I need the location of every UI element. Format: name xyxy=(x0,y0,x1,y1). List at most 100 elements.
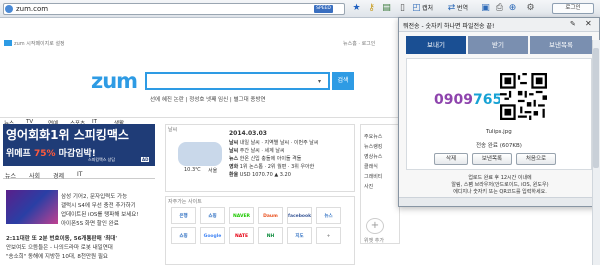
popup-title: 뭐전송 - 숫자키 하나면 파일전송 끝! xyxy=(403,23,495,30)
pin-icon[interactable]: ✎ xyxy=(570,20,576,28)
shortcut-item[interactable]: facebook xyxy=(287,207,312,224)
shortcuts-label: 자주가는 사이트 xyxy=(168,199,202,205)
close-icon[interactable]: ✕ xyxy=(585,19,592,28)
cloud-icon xyxy=(178,142,222,166)
shortcut-item[interactable]: Google xyxy=(200,227,225,244)
info-row[interactable]: 환율 USD 1070.70 ▲ 3.20 xyxy=(229,171,291,178)
info-value: 한온 신입 충돌에 아이돌 격돌 xyxy=(239,156,302,162)
shortcut-item[interactable]: NH xyxy=(258,227,283,244)
top-links-right[interactable]: 뉴스홈 · 로그인 xyxy=(343,40,375,47)
weather-place: 서울 xyxy=(208,168,218,174)
address-bar[interactable]: zum.com xyxy=(3,3,345,15)
print-icon[interactable]: ⎙ xyxy=(494,3,505,14)
popup-notice: 알림, 스팸 브라우저(안드로이드, iOS, 윈도우) xyxy=(451,182,549,188)
popup-bottom-bar xyxy=(399,197,599,206)
file-name: Tulips.jpg xyxy=(486,129,512,135)
login-button[interactable]: 로그인 xyxy=(552,3,594,14)
shortcut-item[interactable]: 은행 xyxy=(171,207,196,224)
info-key: 뉴스 xyxy=(229,156,239,162)
side-link[interactable]: 그래비티 xyxy=(364,173,382,180)
info-date: 2014.03.03 xyxy=(229,130,267,137)
search-dropdown-icon[interactable]: ▾ xyxy=(318,78,321,85)
zoom-icon[interactable]: ⊕ xyxy=(507,3,518,14)
news-item[interactable]: 업데이트된 iOS를 탱파해 보세요! xyxy=(61,210,139,218)
top-links-left[interactable]: zum 시작페이지로 설정 xyxy=(14,40,65,47)
info-key: 환율 xyxy=(229,172,239,178)
search-input[interactable] xyxy=(145,72,330,90)
info-row[interactable]: 날씨 주간 날씨 · 세계 날씨 xyxy=(229,147,285,154)
code-part-1: 0909 xyxy=(434,92,473,108)
weather-label: 날씨 xyxy=(168,127,178,133)
popup-notice: 업로드 완료 후 12시간 이내에 xyxy=(468,175,532,181)
add-widget-icon[interactable]: + xyxy=(366,218,384,234)
ad-percent: 75% xyxy=(33,149,56,159)
info-value: USD 1070.70 ▲ 3.20 xyxy=(239,172,291,178)
shortcut-item[interactable]: 쇼핑 xyxy=(171,227,196,244)
ad-prefix: 위메프 xyxy=(6,149,31,159)
info-row[interactable]: 뉴스 한온 신입 충돌에 아이돌 격돌 xyxy=(229,155,301,162)
delete-button[interactable]: 삭제 xyxy=(434,153,468,165)
news-tab-0[interactable]: 뉴스 xyxy=(5,171,16,180)
page-icon[interactable]: ▯ xyxy=(397,3,408,14)
zum-mini-logo xyxy=(4,40,12,46)
shortcut-item[interactable]: 뉴스 xyxy=(316,207,341,224)
news-item[interactable]: 갤럭시 S4에 무선 충전 추가하기 xyxy=(61,201,136,209)
headline[interactable]: 2:11대란 또 2분 번호이동, 56개통판매 '최대' xyxy=(6,234,117,242)
add-shortcut-button[interactable]: + xyxy=(316,227,341,244)
headline[interactable]: 안보여도 으뜸들은 - 나의드라마 로봇 내일연대 xyxy=(6,243,113,251)
tab-send[interactable]: 보내기 xyxy=(406,36,466,54)
settings-icon[interactable]: ⚙ xyxy=(525,3,536,14)
news-tabs: 뉴스 사회 경제 IT xyxy=(3,170,155,180)
side-link[interactable]: 클래식 xyxy=(364,163,378,170)
translate-icon[interactable]: ⇄ xyxy=(446,3,457,14)
speed-badge[interactable]: SPEED xyxy=(314,5,333,13)
popup-notice: 에디지나 숫자키 또는 QR코드를 입력하세요. xyxy=(453,189,547,195)
tab-sent-list[interactable]: 보낸목록 xyxy=(530,36,592,54)
ad-sub: 스피킹맥스 상담 xyxy=(88,157,116,162)
side-link[interactable]: 뉴스랭킹 xyxy=(364,143,382,150)
info-key: 날씨 xyxy=(229,148,239,154)
ad-subline: 위메프 75% 마감임박! xyxy=(6,146,96,159)
side-link[interactable]: 주요뉴스 xyxy=(364,133,382,140)
info-row[interactable]: 날씨 내일 날씨 · 지역별 날씨 · 이번주 날씨 xyxy=(229,139,319,146)
weather-temp: 10.3℃ xyxy=(184,167,201,173)
side-link[interactable]: 영상뉴스 xyxy=(364,153,382,160)
info-key: 영화 xyxy=(229,164,239,170)
save-icon[interactable]: ▣ xyxy=(480,3,491,14)
headline[interactable]: "송소희" 동해에 지방한 10대, 8천만원 필요 xyxy=(6,252,108,260)
qr-code xyxy=(500,73,547,120)
transfer-status: 전송 완료 (607KB) xyxy=(476,143,522,149)
search-button[interactable]: 검색 xyxy=(332,72,354,90)
news-tab-3[interactable]: IT xyxy=(77,171,82,178)
news-item[interactable]: 아이폰5S 화면 할인 완료 xyxy=(61,219,119,227)
shortcut-item[interactable]: NAVER xyxy=(229,207,254,224)
globe-icon xyxy=(5,5,13,13)
hot-keywords[interactable]: 선에 혜진 논란 | 정성호 넷째 임신 | 별그대 종방연 xyxy=(150,95,266,103)
info-key: 날씨 xyxy=(229,140,239,146)
key-icon[interactable]: ⚷ xyxy=(366,3,377,14)
shortcut-item[interactable]: NATE xyxy=(229,227,254,244)
tab-receive[interactable]: 받기 xyxy=(468,36,528,54)
translate-label[interactable]: 번역 xyxy=(457,4,468,13)
info-value: 내일 날씨 · 지역별 날씨 · 이번주 날씨 xyxy=(239,140,319,146)
shortcut-item[interactable]: 지도 xyxy=(287,227,312,244)
news-tab-2[interactable]: 경제 xyxy=(53,171,64,180)
shortcut-item[interactable]: 쇼핑 xyxy=(200,207,225,224)
info-row[interactable]: 영화 1위 논스톱 · 2위 월편 · 3위 우아한 xyxy=(229,163,314,170)
scrollbar-thumb[interactable] xyxy=(593,48,599,168)
bookmark-icon[interactable]: ▤ xyxy=(381,3,392,14)
info-value: 1위 논스톱 · 2위 월편 · 3위 우아한 xyxy=(239,164,315,170)
zum-logo[interactable]: zum xyxy=(91,69,138,93)
capture-icon[interactable]: ◰ xyxy=(411,3,422,14)
news-thumbnail[interactable] xyxy=(6,190,58,224)
restart-button[interactable]: 처음으로 xyxy=(516,153,556,165)
sent-list-button[interactable]: 보낸목록 xyxy=(472,153,512,165)
side-link[interactable]: 사진 xyxy=(364,183,373,190)
capture-label[interactable]: 캡처 xyxy=(422,4,433,13)
star-icon[interactable]: ★ xyxy=(351,3,362,14)
news-item[interactable]: 삼성 기어2, 문자입력도 가능 xyxy=(61,192,127,200)
info-value: 주간 날씨 · 세계 날씨 xyxy=(239,148,285,154)
widget-add-label[interactable]: 위젯 추가 xyxy=(364,237,384,244)
shortcut-item[interactable]: Daum xyxy=(258,207,283,224)
news-tab-1[interactable]: 사회 xyxy=(29,171,40,180)
